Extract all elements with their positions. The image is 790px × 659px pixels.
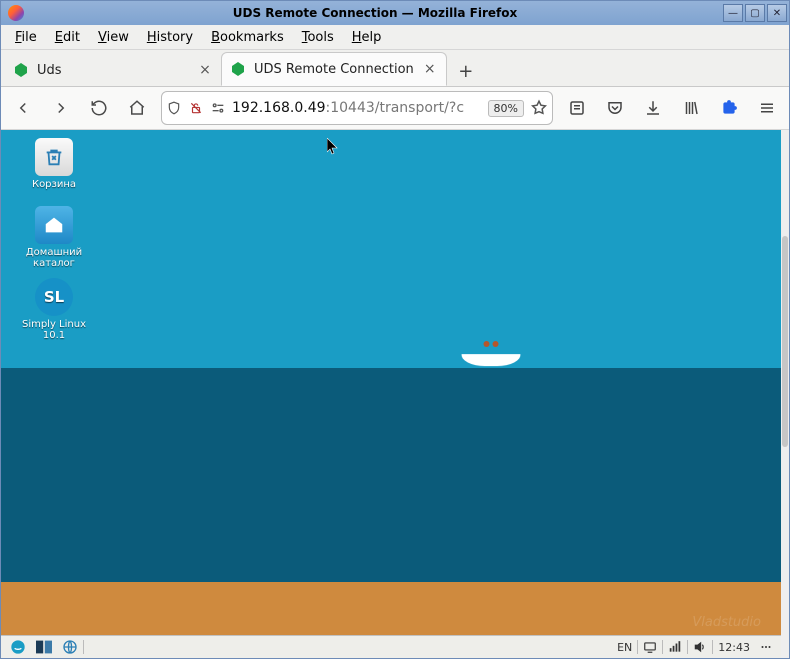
reader-icon[interactable] — [563, 94, 591, 122]
menu-view[interactable]: View — [90, 27, 137, 48]
uds-favicon-icon — [13, 62, 29, 78]
menu-edit[interactable]: Edit — [47, 27, 88, 48]
extension-icon[interactable] — [715, 94, 743, 122]
tab-uds-remote[interactable]: UDS Remote Connection × — [221, 52, 447, 86]
minimize-button[interactable]: — — [723, 4, 743, 22]
bookmark-star-icon[interactable] — [530, 99, 548, 117]
trash-icon — [35, 138, 73, 176]
tab-close-button[interactable]: × — [422, 61, 438, 77]
tab-close-button[interactable]: × — [197, 62, 213, 78]
home-button[interactable] — [123, 94, 151, 122]
maximize-button[interactable]: ▢ — [745, 4, 765, 22]
firefox-icon — [8, 5, 24, 21]
tray-language[interactable]: EN — [612, 638, 637, 656]
remote-taskbar[interactable]: EN 12:43 — [1, 635, 781, 658]
reload-button[interactable] — [85, 94, 113, 122]
desktop-icon-simply-linux[interactable]: SL Simply Linux 10.1 — [17, 278, 91, 341]
titlebar[interactable]: UDS Remote Connection — Mozilla Firefox … — [1, 1, 789, 25]
tab-label: Uds — [37, 63, 189, 78]
uds-favicon-icon — [230, 61, 246, 77]
menu-history[interactable]: History — [139, 27, 201, 48]
taskbar-browser[interactable] — [57, 638, 83, 656]
menu-tools[interactable]: Tools — [294, 27, 342, 48]
desktop-icon-label: Simply Linux 10.1 — [17, 319, 91, 341]
simply-linux-icon: SL — [35, 278, 73, 316]
permissions-icon[interactable] — [210, 100, 226, 116]
page-content: Vladstudio Корзина Домашний каталог SL S… — [1, 130, 789, 658]
wallpaper-watermark: Vladstudio — [692, 615, 761, 630]
address-bar[interactable]: 192.168.0.49:10443/transport/?c 80% — [161, 91, 553, 125]
zoom-badge[interactable]: 80% — [488, 100, 524, 117]
desktop-icon-label: Корзина — [17, 179, 91, 190]
url-text: 192.168.0.49:10443/transport/?c — [232, 100, 482, 116]
menu-bookmarks[interactable]: Bookmarks — [203, 27, 292, 48]
home-folder-icon — [35, 206, 73, 244]
remote-desktop[interactable]: Vladstudio Корзина Домашний каталог SL S… — [1, 130, 781, 658]
desktop-icon-label: Домашний каталог — [17, 247, 91, 269]
tray-network-icon[interactable] — [663, 638, 687, 656]
tabstrip: Uds × UDS Remote Connection × + — [1, 50, 789, 87]
back-button[interactable] — [9, 94, 37, 122]
menubar: File Edit View History Bookmarks Tools H… — [1, 25, 789, 50]
lock-insecure-icon[interactable] — [188, 100, 204, 116]
tray-menu-icon[interactable] — [755, 638, 777, 656]
new-tab-button[interactable]: + — [451, 56, 481, 86]
wallpaper-boat — [461, 344, 521, 366]
scrollbar[interactable] — [781, 130, 789, 658]
desktop-icon-home[interactable]: Домашний каталог — [17, 206, 91, 269]
pocket-icon[interactable] — [601, 94, 629, 122]
taskbar-separator — [83, 640, 84, 654]
menu-help[interactable]: Help — [344, 27, 390, 48]
desktop-icon-trash[interactable]: Корзина — [17, 138, 91, 190]
tray-display-icon[interactable] — [638, 638, 662, 656]
tab-uds[interactable]: Uds × — [5, 54, 221, 86]
shield-icon[interactable] — [166, 100, 182, 116]
forward-button[interactable] — [47, 94, 75, 122]
tray-clock[interactable]: 12:43 — [713, 638, 755, 656]
taskbar-show-desktop[interactable] — [31, 638, 57, 656]
taskbar-start-button[interactable] — [5, 638, 31, 656]
menu-file[interactable]: File — [7, 27, 45, 48]
window-close-button[interactable]: ✕ — [767, 4, 787, 22]
tray-volume-icon[interactable] — [688, 638, 712, 656]
tab-label: UDS Remote Connection — [254, 62, 414, 77]
library-icon[interactable] — [677, 94, 705, 122]
downloads-icon[interactable] — [639, 94, 667, 122]
wallpaper-sand — [1, 582, 781, 637]
app-menu-button[interactable] — [753, 94, 781, 122]
window-title: UDS Remote Connection — Mozilla Firefox — [29, 6, 721, 20]
firefox-window: UDS Remote Connection — Mozilla Firefox … — [0, 0, 790, 659]
scrollbar-thumb[interactable] — [782, 236, 788, 447]
navbar: 192.168.0.49:10443/transport/?c 80% — [1, 87, 789, 130]
